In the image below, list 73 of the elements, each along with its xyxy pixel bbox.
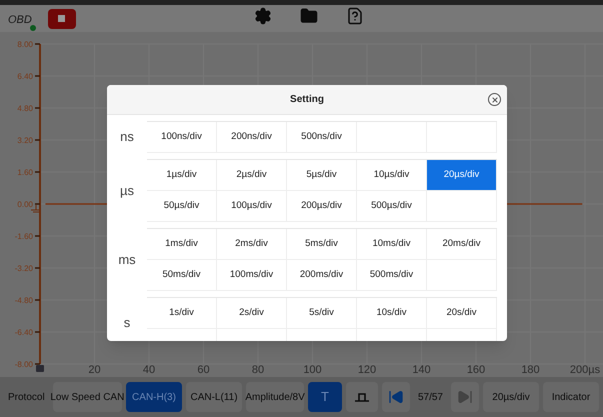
help-icon[interactable] <box>346 7 364 25</box>
y-tick-label: 3.20 <box>17 136 33 145</box>
timebase-option[interactable]: 20ms/div <box>427 229 497 260</box>
unit-label: ns <box>120 128 134 146</box>
timebase-option[interactable]: 2ms/div <box>217 229 287 260</box>
y-tick-label: 0.00 <box>17 200 33 209</box>
timebase-option[interactable]: 200ms/div <box>287 260 357 291</box>
timebase-option[interactable]: 5µs/div <box>287 160 357 191</box>
dialog-title: Setting <box>290 93 324 107</box>
toolbar-button[interactable]: Low Speed CAN <box>52 382 122 412</box>
timebase-option[interactable]: 5ms/div <box>287 229 357 260</box>
timebase-option[interactable]: 1s/div <box>147 298 217 329</box>
x-tick-label: 40 <box>142 364 156 376</box>
x-tick-label: 200µs <box>570 364 600 376</box>
close-button[interactable] <box>488 93 501 106</box>
x-tick-label: 60 <box>197 364 210 376</box>
unit-label: s <box>124 314 130 332</box>
timebase-option[interactable]: 200ns/div <box>217 122 287 153</box>
y-tick-label: -1.60 <box>14 232 33 241</box>
timebase-option[interactable]: 500ms/div <box>357 260 427 291</box>
settings-icon[interactable] <box>254 7 272 25</box>
x-tick-label: 120 <box>358 364 376 376</box>
y-tick-label: 8.00 <box>17 40 33 49</box>
y-tick-label: 6.40 <box>17 72 33 81</box>
timebase-option[interactable]: 50µs/div <box>147 191 217 222</box>
timebase-option[interactable]: 100µs/div <box>217 191 287 222</box>
x-tick-label: 140 <box>412 364 431 376</box>
timebase-option[interactable]: 10s/div <box>357 298 427 329</box>
y-tick-label: 1.60 <box>17 168 33 177</box>
timebase-option[interactable]: 100ms/div <box>217 260 287 291</box>
timebase-option[interactable]: 500ns/div <box>287 122 357 153</box>
y-tick-label: -3.20 <box>14 264 33 273</box>
stop-button[interactable] <box>48 8 76 28</box>
y-tick-label: -4.80 <box>14 296 33 305</box>
x-tick-label: 180 <box>521 364 540 376</box>
pulse-button[interactable] <box>346 382 378 412</box>
x-tick-label: 160 <box>466 364 486 376</box>
timebase-option[interactable]: 1ms/div <box>147 229 217 260</box>
toolbar-button[interactable]: 20µs/div <box>483 382 539 412</box>
timebase-option[interactable]: 10µs/div <box>357 160 427 191</box>
x-tick-label: 80 <box>252 364 264 376</box>
pulse-icon <box>354 392 369 402</box>
timebase-option[interactable]: 50ms/div <box>147 260 217 291</box>
y-tick-label: -8.00 <box>14 360 33 369</box>
timebase-option[interactable]: 5s/div <box>287 298 357 329</box>
timebase-option[interactable]: 1µs/div <box>147 160 217 191</box>
x-tick-label: 100 <box>303 364 322 376</box>
timebase-option[interactable]: 200µs/div <box>287 191 357 222</box>
folder-icon[interactable] <box>300 7 318 25</box>
timebase-option[interactable]: 20µs/div <box>427 160 497 191</box>
toolbar-button[interactable]: Amplitude/8V <box>246 382 304 412</box>
timebase-option[interactable]: 2µs/div <box>217 160 287 191</box>
skip-back-icon <box>388 389 404 405</box>
toolbar-button[interactable]: CAN-L(11) <box>186 382 242 412</box>
y-tick-label: -6.40 <box>14 328 33 337</box>
toolbar-button[interactable]: Indicator <box>543 382 599 412</box>
axis-marker-icon[interactable] <box>36 365 44 372</box>
stop-icon <box>58 15 66 22</box>
skip-back-button[interactable] <box>382 382 410 412</box>
bar-label: 57/57 <box>416 390 444 404</box>
x-tick-label: 20 <box>88 364 101 376</box>
timebase-option[interactable]: 100ns/div <box>147 122 217 153</box>
close-icon <box>490 96 498 104</box>
timebase-option[interactable]: 2s/div <box>217 298 287 329</box>
timebase-option[interactable]: 10ms/div <box>357 229 427 260</box>
bar-label: Protocol <box>7 390 46 404</box>
device-label: OBD <box>8 14 32 26</box>
y-tick-label: 4.80 <box>17 104 33 113</box>
skip-forward-icon <box>457 389 473 405</box>
timebase-option[interactable]: 500µs/div <box>357 191 427 222</box>
unit-label: ms <box>118 250 136 269</box>
timebase-option[interactable]: 20s/div <box>427 298 497 329</box>
unit-label: µs <box>120 182 134 200</box>
